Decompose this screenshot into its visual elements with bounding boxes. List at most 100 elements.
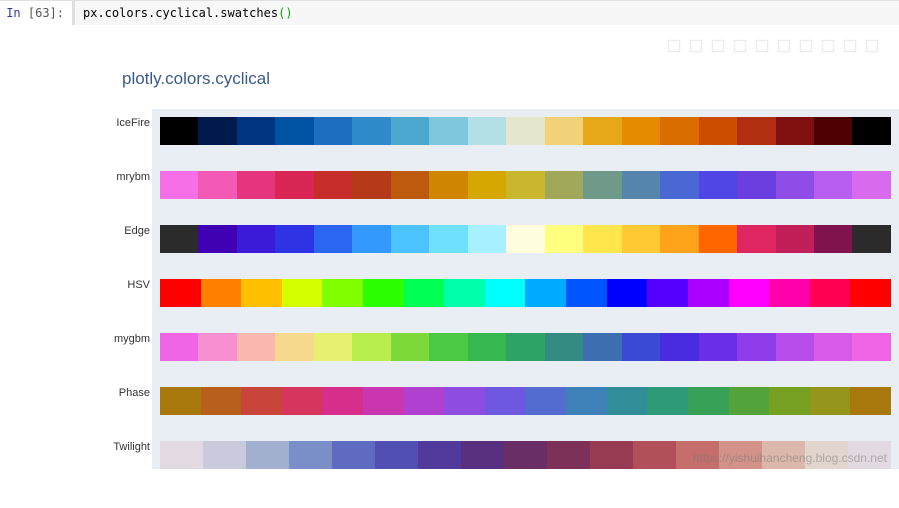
camera-icon[interactable]: [667, 39, 681, 53]
swatch-cell[interactable]: [444, 279, 485, 307]
swatch-cell[interactable]: [391, 225, 429, 253]
swatch-bar[interactable]: [160, 279, 891, 307]
swatch-cell[interactable]: [429, 117, 467, 145]
swatch-cell[interactable]: [391, 333, 429, 361]
swatch-cell[interactable]: [737, 117, 775, 145]
swatch-cell[interactable]: [810, 279, 851, 307]
swatch-cell[interactable]: [275, 117, 313, 145]
swatch-cell[interactable]: [429, 171, 467, 199]
swatch-cell[interactable]: [404, 387, 445, 415]
swatch-cell[interactable]: [633, 441, 676, 469]
logo-icon[interactable]: [865, 39, 879, 53]
swatch-cell[interactable]: [506, 117, 544, 145]
swatch-cell[interactable]: [160, 387, 201, 415]
swatch-cell[interactable]: [275, 171, 313, 199]
swatch-cell[interactable]: [566, 279, 607, 307]
swatch-cell[interactable]: [468, 333, 506, 361]
swatch-cell[interactable]: [566, 387, 607, 415]
swatch-cell[interactable]: [660, 171, 698, 199]
swatch-cell[interactable]: [282, 387, 323, 415]
swatch-cell[interactable]: [506, 333, 544, 361]
swatch-cell[interactable]: [198, 225, 236, 253]
swatch-cell[interactable]: [485, 387, 526, 415]
swatch-cell[interactable]: [769, 279, 810, 307]
swatch-cell[interactable]: [850, 279, 891, 307]
swatch-cell[interactable]: [622, 225, 660, 253]
swatch-cell[interactable]: [237, 171, 275, 199]
swatch-cell[interactable]: [762, 441, 805, 469]
swatch-cell[interactable]: [275, 225, 313, 253]
swatch-cell[interactable]: [237, 333, 275, 361]
swatch-cell[interactable]: [850, 387, 891, 415]
swatch-cell[interactable]: [776, 117, 814, 145]
swatch-cell[interactable]: [198, 117, 236, 145]
swatch-cell[interactable]: [583, 225, 621, 253]
pan-icon[interactable]: [711, 39, 725, 53]
swatch-cell[interactable]: [622, 117, 660, 145]
swatch-cell[interactable]: [468, 117, 506, 145]
swatch-cell[interactable]: [647, 279, 688, 307]
swatch-cell[interactable]: [737, 225, 775, 253]
swatch-bar[interactable]: [160, 117, 891, 145]
swatch-cell[interactable]: [660, 117, 698, 145]
code-input[interactable]: px.colors.cyclical.swatches(): [72, 1, 899, 25]
swatch-cell[interactable]: [198, 171, 236, 199]
swatch-cell[interactable]: [590, 441, 633, 469]
autoscale-icon[interactable]: [821, 39, 835, 53]
swatch-cell[interactable]: [814, 171, 852, 199]
swatch-cell[interactable]: [241, 387, 282, 415]
swatch-cell[interactable]: [545, 117, 583, 145]
swatch-cell[interactable]: [607, 387, 648, 415]
swatch-cell[interactable]: [160, 171, 198, 199]
swatch-cell[interactable]: [391, 117, 429, 145]
swatch-cell[interactable]: [660, 225, 698, 253]
swatch-bar[interactable]: [160, 171, 891, 199]
swatch-cell[interactable]: [444, 387, 485, 415]
swatch-cell[interactable]: [198, 333, 236, 361]
swatch-bar[interactable]: [160, 225, 891, 253]
swatch-cell[interactable]: [241, 279, 282, 307]
swatch-cell[interactable]: [737, 333, 775, 361]
swatch-cell[interactable]: [776, 225, 814, 253]
swatch-cell[interactable]: [322, 279, 363, 307]
swatch-cell[interactable]: [363, 279, 404, 307]
swatch-cell[interactable]: [160, 117, 198, 145]
swatch-cell[interactable]: [404, 279, 445, 307]
swatch-cell[interactable]: [525, 279, 566, 307]
swatch-cell[interactable]: [391, 171, 429, 199]
swatch-cell[interactable]: [363, 387, 404, 415]
swatch-cell[interactable]: [583, 117, 621, 145]
swatch-cell[interactable]: [289, 441, 332, 469]
swatch-cell[interactable]: [160, 441, 203, 469]
swatch-cell[interactable]: [852, 333, 890, 361]
swatch-cell[interactable]: [699, 117, 737, 145]
swatch-cell[interactable]: [852, 171, 890, 199]
swatch-cell[interactable]: [314, 171, 352, 199]
swatch-cell[interactable]: [814, 117, 852, 145]
swatch-cell[interactable]: [729, 279, 770, 307]
swatch-cell[interactable]: [729, 387, 770, 415]
swatch-cell[interactable]: [699, 171, 737, 199]
swatch-cell[interactable]: [810, 387, 851, 415]
swatch-bar[interactable]: [160, 333, 891, 361]
swatch-cell[interactable]: [314, 117, 352, 145]
swatch-cell[interactable]: [504, 441, 547, 469]
swatch-cell[interactable]: [506, 171, 544, 199]
swatch-cell[interactable]: [429, 333, 467, 361]
swatch-bar[interactable]: [160, 387, 891, 415]
swatch-cell[interactable]: [468, 171, 506, 199]
swatch-cell[interactable]: [461, 441, 504, 469]
swatch-cell[interactable]: [468, 225, 506, 253]
swatch-cell[interactable]: [776, 171, 814, 199]
swatch-cell[interactable]: [583, 333, 621, 361]
swatch-cell[interactable]: [201, 279, 242, 307]
swatch-cell[interactable]: [282, 279, 323, 307]
swatch-cell[interactable]: [776, 333, 814, 361]
swatch-cell[interactable]: [699, 225, 737, 253]
swatch-cell[interactable]: [485, 279, 526, 307]
swatch-cell[interactable]: [583, 171, 621, 199]
swatch-cell[interactable]: [314, 225, 352, 253]
swatch-cell[interactable]: [852, 225, 890, 253]
swatch-cell[interactable]: [237, 225, 275, 253]
swatch-cell[interactable]: [737, 171, 775, 199]
